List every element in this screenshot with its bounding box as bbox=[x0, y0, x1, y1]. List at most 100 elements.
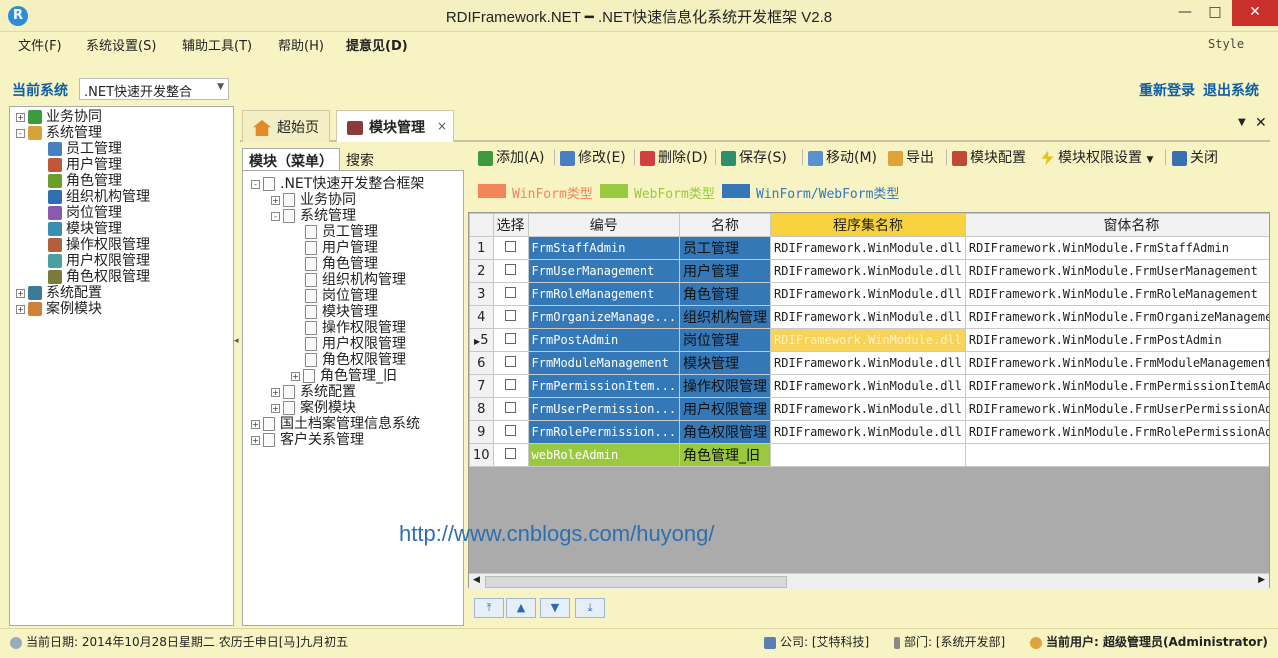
table-row[interactable]: 2 FrmUserManagement 用户管理 RDIFramework.WinMo… bbox=[469, 259, 1269, 283]
code-cell[interactable]: FrmModuleManagement bbox=[527, 351, 681, 375]
assembly-cell[interactable]: RDIFramework.WinModule.dll bbox=[770, 259, 966, 283]
logout-link[interactable]: 退出系统 bbox=[1203, 80, 1259, 100]
module-tree-item[interactable]: + 案例模块 bbox=[271, 400, 356, 416]
row-number-cell[interactable]: 7 bbox=[469, 374, 494, 398]
col-header-name[interactable]: 名称 bbox=[679, 213, 772, 237]
module-tree-item[interactable]: 用户管理 bbox=[305, 240, 378, 256]
form-cell[interactable]: RDIFramework.WinModule.FrmPermissionItem… bbox=[964, 374, 1269, 398]
module-tree-item[interactable]: + 系统配置 bbox=[271, 384, 356, 400]
name-cell[interactable]: 角色管理 bbox=[679, 282, 772, 306]
row-number-cell[interactable]: 2 bbox=[469, 259, 494, 283]
code-cell[interactable]: FrmUserManagement bbox=[527, 259, 681, 283]
col-header-code[interactable]: 编号 bbox=[527, 213, 681, 237]
module-tree-item[interactable]: 用户权限管理 bbox=[305, 336, 406, 352]
module-tree-item[interactable]: 组织机构管理 bbox=[305, 272, 406, 288]
form-cell[interactable]: RDIFramework.WinModule.FrmUserPermission… bbox=[964, 397, 1269, 421]
nav-tree-item[interactable]: 模块管理 bbox=[48, 221, 122, 237]
nav-tree-item[interactable]: 操作权限管理 bbox=[48, 237, 150, 253]
close-button[interactable]: 关闭 bbox=[1172, 147, 1218, 167]
code-cell[interactable]: FrmRoleManagement bbox=[527, 282, 681, 306]
col-header-select[interactable]: 选择 bbox=[492, 213, 529, 237]
assembly-cell[interactable]: RDIFramework.WinModule.dll bbox=[770, 397, 966, 421]
close-window-button[interactable]: ✕ bbox=[1232, 0, 1278, 26]
panel-splitter[interactable]: ◂ bbox=[234, 106, 240, 626]
expand-icon[interactable]: + bbox=[271, 387, 280, 397]
col-header-assembly[interactable]: 程序集名称 bbox=[770, 213, 966, 237]
form-cell[interactable]: RDIFramework.WinModule.FrmRoleManagement bbox=[964, 282, 1269, 306]
maximize-button[interactable]: □ bbox=[1200, 0, 1230, 26]
module-tree-item[interactable]: 角色管理 bbox=[305, 256, 378, 272]
name-cell[interactable]: 员工管理 bbox=[679, 236, 772, 260]
code-cell[interactable]: FrmRolePermission... bbox=[527, 420, 681, 444]
move-down-button[interactable]: ▼ bbox=[540, 598, 570, 618]
row-checkbox[interactable] bbox=[505, 240, 517, 252]
collapse-icon[interactable]: - bbox=[251, 179, 260, 189]
row-number-cell[interactable]: 4 bbox=[469, 305, 494, 329]
module-tree-item[interactable]: + 国土档案管理信息系统 bbox=[251, 416, 420, 432]
expand-icon[interactable]: + bbox=[16, 112, 25, 122]
name-cell[interactable]: 岗位管理 bbox=[679, 328, 772, 352]
row-checkbox[interactable] bbox=[505, 309, 517, 321]
nav-tree-item[interactable]: 组织机构管理 bbox=[48, 189, 150, 205]
module-tree-item[interactable]: 操作权限管理 bbox=[305, 320, 406, 336]
name-cell[interactable]: 组织机构管理 bbox=[679, 305, 772, 329]
nav-tree-item[interactable]: 角色管理 bbox=[48, 173, 122, 189]
nav-tree-item[interactable]: 用户管理 bbox=[48, 157, 122, 173]
module-tree-item[interactable]: 模块管理 bbox=[305, 304, 378, 320]
name-cell[interactable]: 操作权限管理 bbox=[679, 374, 772, 398]
subtab-module-menu[interactable]: 模块（菜单） bbox=[242, 148, 340, 170]
code-cell[interactable]: FrmPermissionItem... bbox=[527, 374, 681, 398]
menu-tools[interactable]: 辅助工具(T) bbox=[182, 35, 252, 54]
row-checkbox[interactable] bbox=[505, 401, 517, 413]
collapse-icon[interactable]: - bbox=[271, 211, 280, 221]
menu-settings[interactable]: 系统设置(S) bbox=[86, 35, 156, 54]
col-header-form[interactable]: 窗体名称 bbox=[964, 213, 1269, 237]
name-cell[interactable]: 用户权限管理 bbox=[679, 397, 772, 421]
module-tree-item[interactable]: + 客户关系管理 bbox=[251, 432, 364, 448]
code-cell[interactable]: webRoleAdmin bbox=[527, 443, 681, 467]
code-cell[interactable]: FrmUserPermission... bbox=[527, 397, 681, 421]
grid-corner-cell[interactable] bbox=[469, 213, 494, 237]
form-cell[interactable]: RDIFramework.WinModule.FrmOrganizeManage… bbox=[964, 305, 1269, 329]
expand-icon[interactable]: + bbox=[251, 435, 260, 445]
row-checkbox[interactable] bbox=[505, 263, 517, 275]
system-select[interactable]: .NET快速开发整合 ▼ bbox=[79, 78, 229, 100]
table-row[interactable]: ▶5 FrmPostAdmin 岗位管理 RDIFramework.WinModule… bbox=[469, 328, 1269, 352]
nav-tree-item[interactable]: + 系统配置 bbox=[16, 285, 102, 301]
expand-icon[interactable]: + bbox=[16, 304, 25, 314]
table-row[interactable]: 1 FrmStaffAdmin 员工管理 RDIFramework.WinModule… bbox=[469, 236, 1269, 260]
collapse-icon[interactable]: - bbox=[16, 128, 25, 138]
row-checkbox[interactable] bbox=[505, 355, 517, 367]
add-button[interactable]: 添加(A) bbox=[478, 147, 545, 167]
module-tree-item[interactable]: + 业务协同 bbox=[271, 192, 356, 208]
expand-icon[interactable]: + bbox=[16, 288, 25, 298]
row-checkbox[interactable] bbox=[505, 286, 517, 298]
row-number-cell[interactable]: 6 bbox=[469, 351, 494, 375]
form-cell[interactable]: RDIFramework.WinModule.FrmPostAdmin bbox=[964, 328, 1269, 352]
module-tree-item[interactable]: 岗位管理 bbox=[305, 288, 378, 304]
table-row[interactable]: 6 FrmModuleManagement 模块管理 RDIFramework.Win… bbox=[469, 351, 1269, 375]
move-top-button[interactable]: ⤒ bbox=[474, 598, 504, 618]
table-row[interactable]: 8 FrmUserPermission... 用户权限管理 RDIFramework.… bbox=[469, 397, 1269, 421]
style-menu[interactable]: Style bbox=[1208, 37, 1244, 51]
nav-tree-item[interactable]: 角色权限管理 bbox=[48, 269, 150, 285]
expand-icon[interactable]: + bbox=[271, 403, 280, 413]
form-cell[interactable]: RDIFramework.WinModule.FrmStaffAdmin bbox=[964, 236, 1269, 260]
name-cell[interactable]: 用户管理 bbox=[679, 259, 772, 283]
assembly-cell[interactable]: RDIFramework.WinModule.dll bbox=[770, 236, 966, 260]
row-number-cell[interactable]: 9 bbox=[469, 420, 494, 444]
row-number-cell[interactable]: 3 bbox=[469, 282, 494, 306]
name-cell[interactable]: 角色管理_旧 bbox=[679, 443, 772, 467]
subtab-search[interactable]: 搜索 bbox=[340, 148, 400, 170]
name-cell[interactable]: 角色权限管理 bbox=[679, 420, 772, 444]
nav-tree-item[interactable]: + 业务协同 bbox=[16, 109, 102, 125]
nav-tree-item[interactable]: - 系统管理 bbox=[16, 125, 102, 141]
assembly-cell[interactable]: RDIFramework.WinModule.dll bbox=[770, 374, 966, 398]
assembly-cell[interactable]: RDIFramework.WinModule.dll bbox=[770, 351, 966, 375]
nav-tree-item[interactable]: + 案例模块 bbox=[16, 301, 102, 317]
tab-close-icon[interactable]: × bbox=[437, 119, 447, 133]
form-cell[interactable]: RDIFramework.WinModule.FrmRolePermission… bbox=[964, 420, 1269, 444]
module-tree-item[interactable]: 员工管理 bbox=[305, 224, 378, 240]
scrollbar-thumb[interactable] bbox=[485, 576, 787, 588]
form-cell[interactable]: RDIFramework.WinModule.FrmModuleManageme… bbox=[964, 351, 1269, 375]
